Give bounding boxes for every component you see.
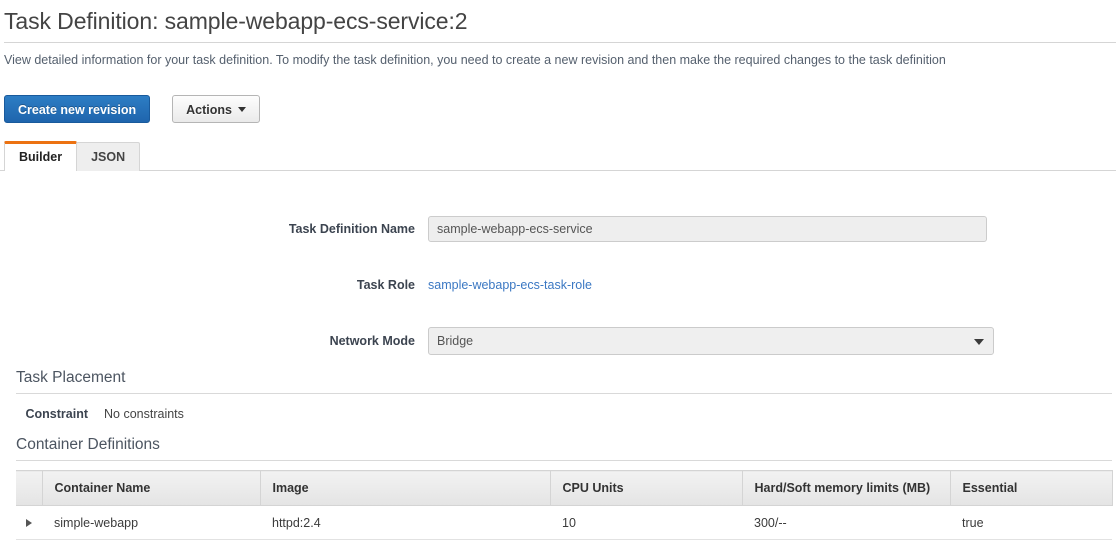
constraint-row: Constraint No constraints: [16, 394, 1112, 421]
table-header-memory-limits[interactable]: Hard/Soft memory limits (MB): [742, 470, 951, 506]
row-expander-cell[interactable]: [16, 505, 42, 540]
actions-dropdown-button[interactable]: Actions: [172, 95, 260, 123]
create-new-revision-button[interactable]: Create new revision: [4, 95, 151, 123]
table-header-essential[interactable]: Essential: [950, 470, 1113, 506]
cell-memory-limits: 300/--: [742, 505, 950, 540]
container-definitions-heading: Container Definitions: [16, 436, 160, 453]
table-header-expander: [16, 470, 43, 506]
tab-strip: Builder JSON: [0, 141, 1116, 171]
task-role-label: Task Role: [356, 278, 415, 292]
container-definitions-section: Container Definitions Container Name Ima…: [0, 436, 1116, 540]
table-header-cpu-units[interactable]: CPU Units: [550, 470, 743, 506]
cell-container-name: simple-webapp: [42, 505, 260, 540]
network-mode-label: Network Mode: [329, 334, 415, 348]
task-definition-name-label: Task Definition Name: [288, 222, 415, 236]
page-subtitle: View detailed information for your task …: [4, 53, 946, 67]
tab-json[interactable]: JSON: [76, 142, 141, 171]
task-placement-heading: Task Placement: [16, 369, 126, 386]
page-title: Task Definition: sample-webapp-ecs-servi…: [4, 8, 468, 34]
table-header-image[interactable]: Image: [260, 470, 551, 506]
page-header: Task Definition: sample-webapp-ecs-servi…: [0, 0, 1116, 68]
tab-builder[interactable]: Builder: [4, 141, 78, 171]
network-mode-control: Bridge: [428, 327, 1116, 355]
container-definitions-table: Container Name Image CPU Units Hard/Soft…: [16, 470, 1113, 540]
action-bar: Create new revision Actions: [0, 68, 1116, 123]
constraint-value: No constraints: [104, 407, 184, 421]
expand-triangle-icon[interactable]: [26, 518, 32, 527]
task-placement-section: Task Placement Constraint No constraints: [0, 369, 1116, 421]
constraint-label: Constraint: [25, 407, 89, 421]
task-definition-form: Task Definition Name Task Role sample-we…: [0, 171, 1116, 369]
cell-essential: true: [950, 505, 1112, 540]
form-row-task-definition-name: Task Definition Name: [0, 201, 1116, 257]
table-row[interactable]: simple-webapp httpd:2.4 10 300/-- true: [16, 505, 1112, 540]
actions-dropdown-label: Actions: [186, 103, 232, 117]
caret-down-icon: [237, 107, 246, 113]
table-header-row: Container Name Image CPU Units Hard/Soft…: [16, 470, 1113, 506]
container-definitions-table-wrap: Container Name Image CPU Units Hard/Soft…: [16, 470, 1113, 540]
task-definition-name-input[interactable]: [428, 216, 987, 242]
task-role-control: sample-webapp-ecs-task-role: [428, 276, 1116, 294]
form-row-task-role: Task Role sample-webapp-ecs-task-role: [0, 257, 1116, 313]
form-row-network-mode: Network Mode Bridge: [0, 313, 1116, 369]
table-header-container-name[interactable]: Container Name: [42, 470, 261, 506]
container-definitions-divider: [16, 460, 1112, 461]
cell-image: httpd:2.4: [260, 505, 550, 540]
task-definition-name-control: [428, 216, 1116, 242]
network-mode-selected-value: Bridge: [437, 334, 474, 348]
network-mode-select[interactable]: Bridge: [428, 327, 994, 355]
cell-cpu-units: 10: [550, 505, 742, 540]
task-role-link[interactable]: sample-webapp-ecs-task-role: [428, 278, 592, 292]
chevron-down-icon: [974, 339, 984, 345]
